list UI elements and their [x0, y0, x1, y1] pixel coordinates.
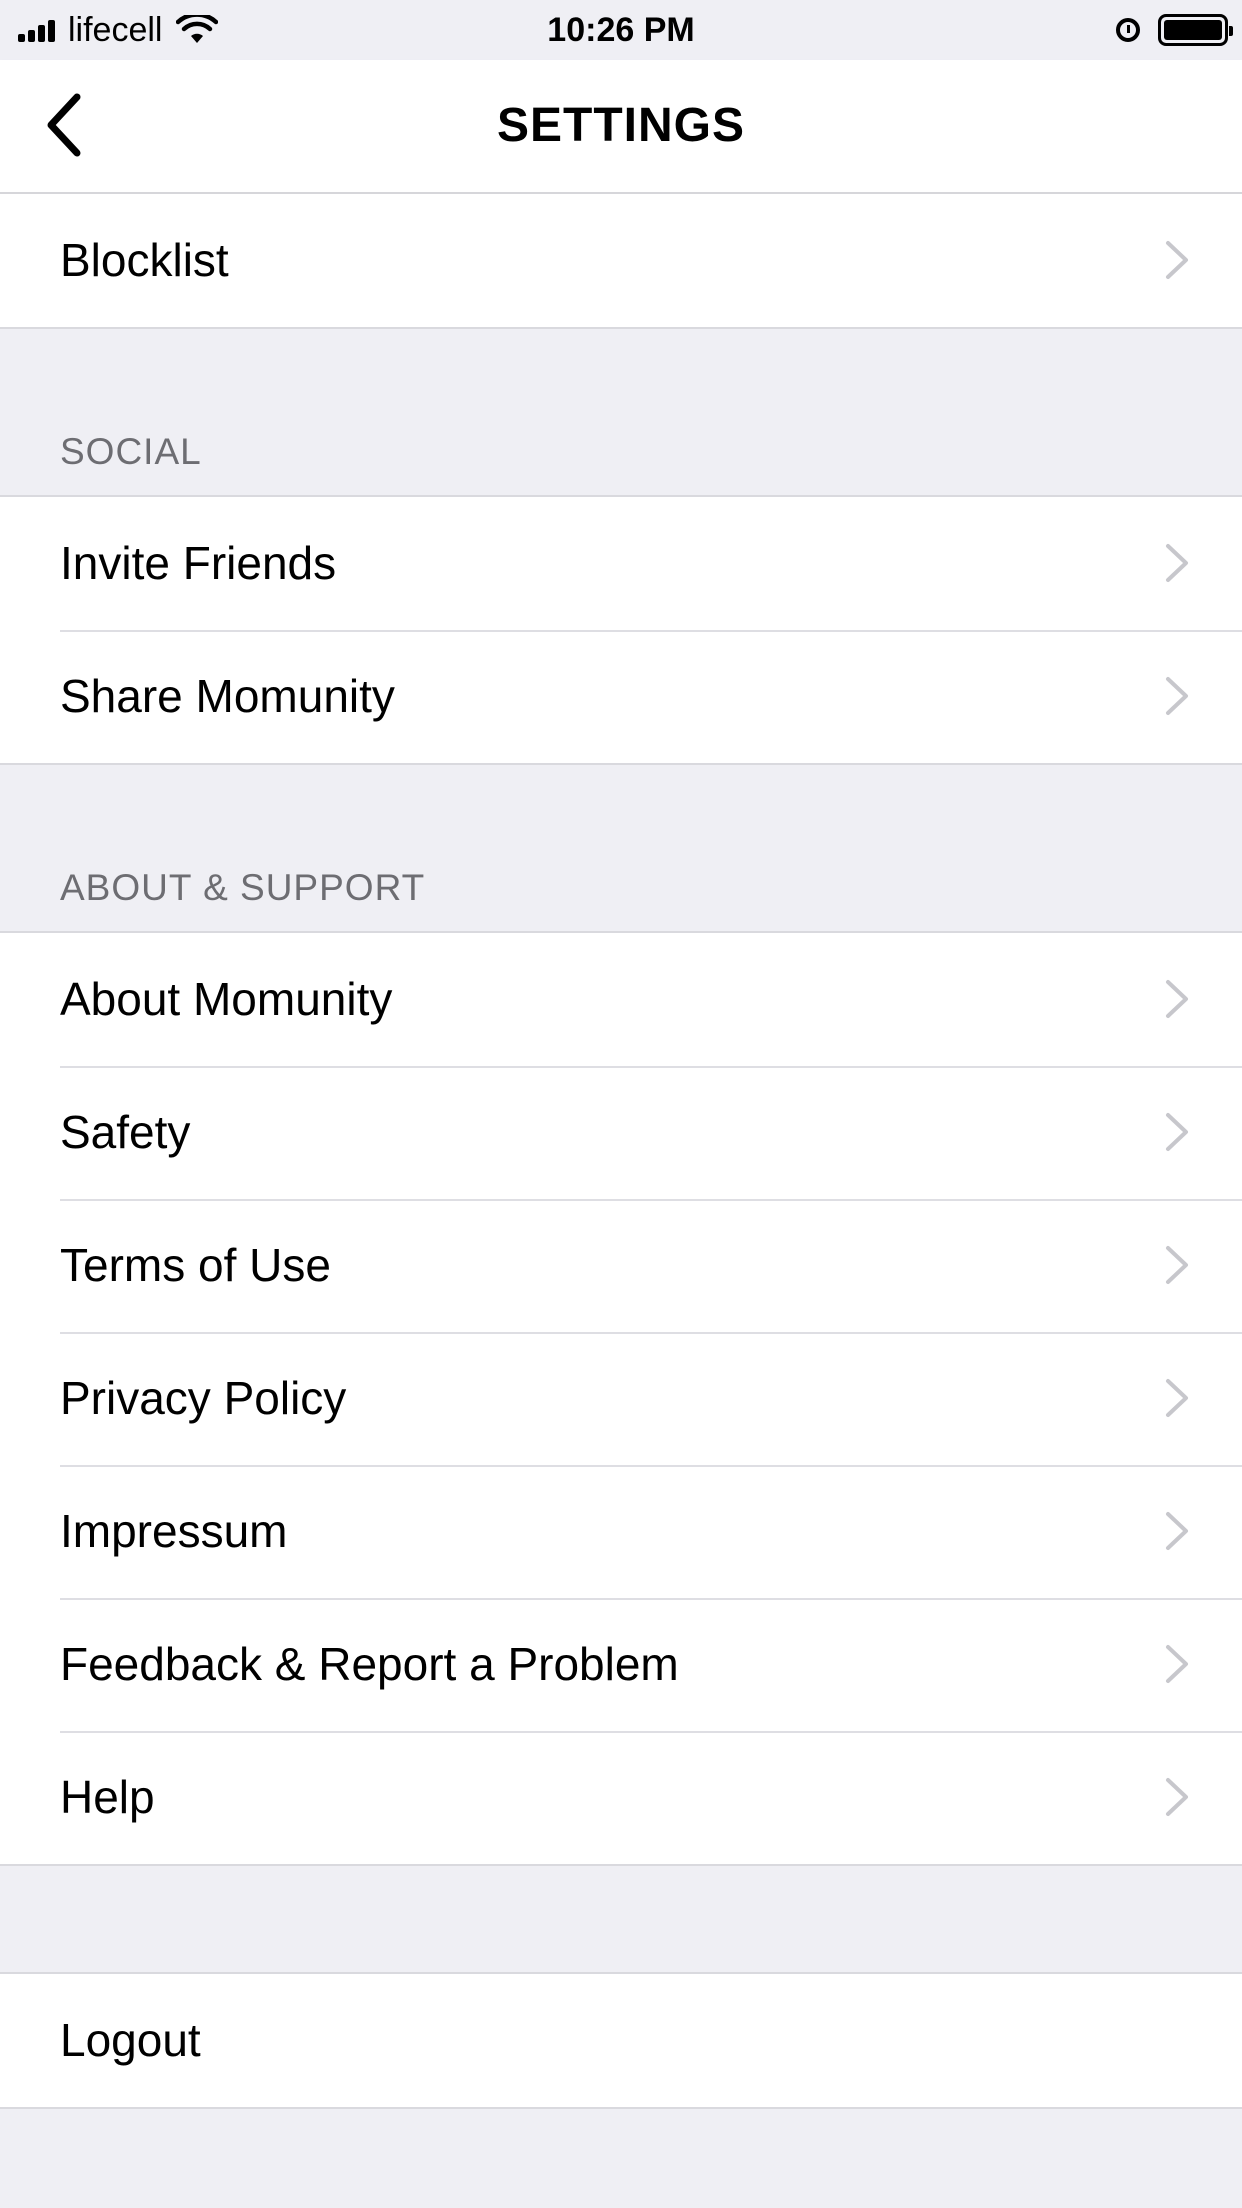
- row-label: Safety: [60, 1106, 191, 1158]
- general-group: Blocklist: [0, 194, 1242, 329]
- page-title: SETTINGS: [496, 99, 746, 152]
- alarm-icon: [1116, 18, 1140, 42]
- chevron-right-icon: [1166, 241, 1188, 279]
- row-label: Feedback & Report a Problem: [60, 1638, 679, 1690]
- chevron-right-icon: [1166, 544, 1188, 582]
- chevron-right-icon: [1166, 1512, 1188, 1550]
- row-label: Terms of Use: [60, 1239, 331, 1291]
- logout-button[interactable]: Logout: [0, 1974, 1242, 2107]
- chevron-right-icon: [1166, 677, 1188, 715]
- section-label: ABOUT & SUPPORT: [60, 867, 426, 908]
- chevron-right-icon: [1166, 1645, 1188, 1683]
- row-label: Help: [60, 1771, 155, 1823]
- section-header-social: SOCIAL: [0, 329, 1242, 495]
- row-label: Blocklist: [60, 234, 229, 286]
- section-label: SOCIAL: [60, 431, 202, 472]
- section-header-about: ABOUT & SUPPORT: [0, 765, 1242, 931]
- row-feedback[interactable]: Feedback & Report a Problem: [0, 1598, 1242, 1731]
- row-label: Privacy Policy: [60, 1372, 347, 1424]
- row-invite-friends[interactable]: Invite Friends: [0, 497, 1242, 630]
- status-right: [1116, 12, 1233, 48]
- row-impressum[interactable]: Impressum: [0, 1465, 1242, 1598]
- status-bar: lifecell 10:26 PM: [0, 0, 1242, 60]
- social-group: Invite Friends Share Momunity: [0, 495, 1242, 765]
- chevron-right-icon: [1166, 1246, 1188, 1284]
- row-label: About Momunity: [60, 973, 393, 1025]
- status-time: 10:26 PM: [547, 11, 695, 49]
- battery-icon: [1158, 14, 1233, 46]
- logout-label: Logout: [60, 2014, 201, 2066]
- row-safety[interactable]: Safety: [0, 1066, 1242, 1199]
- row-about-momunity[interactable]: About Momunity: [0, 933, 1242, 1066]
- row-help[interactable]: Help: [0, 1731, 1242, 1864]
- row-blocklist[interactable]: Blocklist: [0, 194, 1242, 327]
- chevron-right-icon: [1166, 1778, 1188, 1816]
- row-share-momunity[interactable]: Share Momunity: [0, 630, 1242, 763]
- about-group: About Momunity Safety Terms of Use Priva…: [0, 931, 1242, 1866]
- navigation-bar: SETTINGS: [0, 60, 1242, 194]
- row-privacy-policy[interactable]: Privacy Policy: [0, 1332, 1242, 1465]
- chevron-right-icon: [1166, 1379, 1188, 1417]
- row-terms-of-use[interactable]: Terms of Use: [0, 1199, 1242, 1332]
- chevron-right-icon: [1166, 980, 1188, 1018]
- settings-list: Blocklist SOCIAL Invite Friends Share Mo…: [0, 194, 1242, 2109]
- row-label: Share Momunity: [60, 670, 395, 722]
- chevron-right-icon: [1166, 1113, 1188, 1151]
- row-label: Invite Friends: [60, 537, 337, 589]
- logout-group: Logout: [0, 1972, 1242, 2109]
- row-label: Impressum: [60, 1505, 288, 1557]
